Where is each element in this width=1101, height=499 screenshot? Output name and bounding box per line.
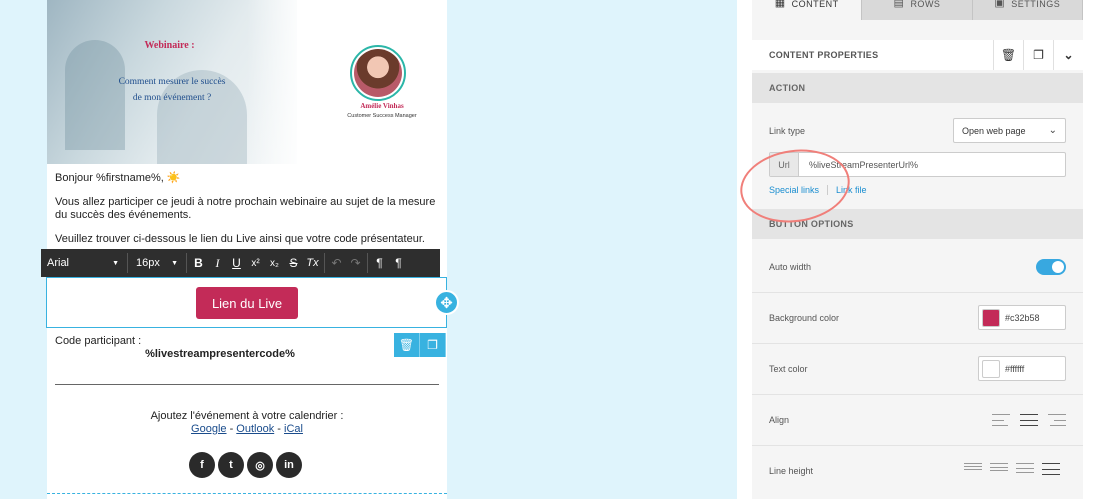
hero-title: Webinaire : — [144, 40, 195, 51]
row-boundary — [47, 493, 447, 494]
panel-scroll-area — [1083, 0, 1101, 499]
presenter-role: Customer Success Manager — [347, 113, 417, 119]
caret-down-icon: ▼ — [171, 259, 178, 267]
tab-settings[interactable]: ▣ SETTINGS — [972, 0, 1083, 20]
panel-tabs: ▦ CONTENT ▤ ROWS ▣ SETTINGS — [752, 0, 1083, 20]
chevron-down-icon: ⌄ — [1048, 125, 1057, 136]
ltr-button[interactable]: ¶ — [370, 251, 389, 275]
undo-button[interactable]: ↶ — [327, 251, 346, 275]
text-format-toolbar: Arial ▼ 16px ▼ B I U x² x₂ S Tx ↶ ↷ ¶ ¶ — [41, 249, 440, 277]
align-center-icon[interactable] — [1020, 414, 1038, 426]
superscript-button[interactable]: x² — [246, 251, 265, 275]
font-family-select[interactable]: Arial ▼ — [41, 249, 125, 277]
properties-panel: ▦ CONTENT ▤ ROWS ▣ SETTINGS CONTENT PROPERT… — [752, 0, 1083, 499]
chevron-down-icon[interactable]: ⌄ — [1053, 40, 1083, 70]
text-color-field[interactable]: #ffffff — [978, 356, 1066, 381]
bold-button[interactable]: B — [189, 251, 208, 275]
delete-icon[interactable]: 🗑 — [993, 40, 1023, 70]
line-height-1-icon[interactable] — [964, 463, 982, 470]
hero-subtitle: Comment mesurer le succès de mon événeme… — [118, 77, 226, 103]
link-type-label: Link type — [769, 126, 806, 136]
caret-down-icon: ▼ — [112, 259, 119, 267]
duplicate-block-icon[interactable]: ❐ — [420, 333, 446, 357]
code-value[interactable]: %livestreampresentercode% — [20, 348, 420, 360]
align-left-icon[interactable] — [992, 414, 1010, 426]
rows-icon: ▤ — [893, 0, 905, 9]
live-link-button[interactable]: Lien du Live — [196, 287, 298, 319]
outlook-link[interactable]: Outlook — [236, 423, 274, 435]
tab-rows[interactable]: ▤ ROWS — [862, 0, 973, 20]
line-height-4-icon[interactable] — [1042, 463, 1060, 475]
italic-button[interactable]: I — [208, 251, 227, 275]
tab-content[interactable]: ▦ CONTENT — [752, 0, 863, 20]
linkedin-icon[interactable]: in — [276, 452, 302, 478]
instructions-paragraph[interactable]: Veuillez trouver ci-dessous le lien du L… — [55, 233, 440, 246]
twitter-icon[interactable]: t — [218, 452, 244, 478]
calendar-links: Google - Outlook - iCal — [191, 423, 303, 435]
grid-icon: ▦ — [774, 0, 786, 9]
intro-paragraph[interactable]: Vous allez participer ce jeudi à notre p… — [55, 196, 440, 222]
line-height-2-icon[interactable] — [990, 463, 1008, 471]
line-height-3-icon[interactable] — [1016, 463, 1034, 473]
presenter-name: Amélie Vinhas — [360, 102, 404, 110]
redo-button[interactable]: ↷ — [346, 251, 365, 275]
greeting-text[interactable]: Bonjour %firstname%, ☀️ — [55, 172, 440, 185]
google-link[interactable]: Google — [191, 423, 226, 435]
selected-button-block[interactable]: Lien du Live — [46, 277, 447, 328]
content-properties-header: CONTENT PROPERTIES 🗑 ❐ ⌄ — [752, 40, 1083, 70]
divider — [55, 384, 439, 385]
subscript-button[interactable]: x₂ — [265, 251, 284, 275]
delete-block-icon[interactable]: 🗑 — [394, 333, 420, 357]
move-handle-icon[interactable]: ✥ — [434, 290, 459, 315]
line-height-options — [964, 463, 1060, 475]
underline-button[interactable]: U — [227, 251, 246, 275]
ical-link[interactable]: iCal — [284, 423, 303, 435]
clear-format-button[interactable]: Tx — [303, 251, 322, 275]
color-swatch[interactable] — [982, 308, 1000, 327]
color-swatch[interactable] — [982, 359, 1000, 378]
instagram-icon[interactable]: ◎ — [247, 452, 273, 478]
auto-width-row: Auto width — [752, 239, 1083, 293]
font-size-select[interactable]: 16px ▼ — [130, 249, 184, 277]
presenter-avatar — [350, 45, 406, 101]
rtl-button[interactable]: ¶ — [389, 251, 408, 275]
block-actions: 🗑 ❐ — [394, 333, 446, 357]
align-options — [992, 414, 1066, 426]
action-section-header: ACTION — [752, 73, 1083, 103]
calendar-text[interactable]: Ajoutez l'événement à votre calendrier : — [47, 410, 447, 422]
social-icons: f t ◎ in — [189, 452, 302, 478]
duplicate-icon[interactable]: ❐ — [1023, 40, 1053, 70]
background-color-field[interactable]: #c32b58 — [978, 305, 1066, 330]
code-label[interactable]: Code participant : — [55, 335, 440, 348]
hero-banner[interactable]: Webinaire : Comment mesurer le succès de… — [47, 0, 447, 164]
auto-width-toggle[interactable] — [1036, 259, 1066, 275]
align-right-icon[interactable] — [1048, 414, 1066, 426]
settings-icon: ▣ — [994, 0, 1006, 9]
link-type-select[interactable]: Open web page ⌄ — [953, 118, 1066, 143]
facebook-icon[interactable]: f — [189, 452, 215, 478]
strikethrough-button[interactable]: S — [284, 251, 303, 275]
